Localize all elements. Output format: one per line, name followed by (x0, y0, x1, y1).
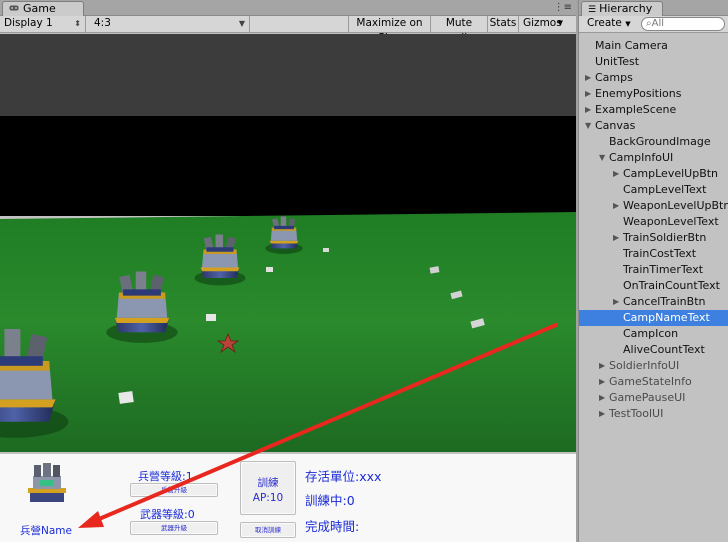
hierarchy-item[interactable]: ▶ ExampleScene (579, 102, 728, 118)
expanded-triangle-icon[interactable]: ▼ (585, 118, 591, 134)
create-dropdown[interactable]: Create ▼ (583, 17, 635, 31)
hierarchy-item[interactable]: ▶ TestToolUI (579, 406, 728, 422)
hierarchy-item-label: TrainSoldierBtn (623, 231, 707, 244)
collapsed-triangle-icon[interactable]: ▶ (585, 70, 591, 86)
hierarchy-item-label: CampLevelText (623, 183, 707, 196)
hierarchy-tabbar: ☰ Hierarchy (579, 0, 728, 16)
hierarchy-panel: ☰ Hierarchy Create ▼ ⌕All Main Camera Unit… (578, 0, 728, 542)
hierarchy-item-label: TestToolUI (609, 407, 664, 420)
hierarchy-item[interactable]: ▶ GamePauseUI (579, 390, 728, 406)
hierarchy-item-label: GamePauseUI (609, 391, 686, 404)
collapsed-triangle-icon[interactable]: ▶ (599, 374, 605, 390)
hierarchy-item[interactable]: ▼ CampInfoUI (579, 150, 728, 166)
hierarchy-item[interactable]: ▶ SoldierInfoUI (579, 358, 728, 374)
hierarchy-item[interactable]: CampLevelText (579, 182, 728, 198)
hierarchy-item-label: CampNameText (623, 311, 710, 324)
annotation-arrow (78, 323, 558, 528)
search-placeholder: All (651, 18, 665, 29)
hierarchy-item[interactable]: AliveCountText (579, 342, 728, 358)
collapsed-triangle-icon[interactable]: ▶ (613, 294, 619, 310)
hierarchy-item-label: EnemyPositions (595, 87, 682, 100)
hierarchy-item[interactable]: TrainTimerText (579, 262, 728, 278)
collapsed-triangle-icon[interactable]: ▶ (585, 86, 591, 102)
hierarchy-item-label: GameStateInfo (609, 375, 692, 388)
collapsed-triangle-icon[interactable]: ▶ (613, 198, 619, 214)
game-panel: Game ⋮≡ Display 1 ⬍ 4:3 ▼ Maximize on Pl… (0, 0, 576, 542)
hierarchy-item-label: Canvas (595, 119, 636, 132)
tab-hierarchy[interactable]: ☰ Hierarchy (581, 1, 663, 16)
hierarchy-item[interactable]: TrainCostText (579, 246, 728, 262)
expanded-triangle-icon[interactable]: ▼ (599, 150, 605, 166)
hierarchy-item[interactable]: CampNameText (579, 310, 728, 326)
hierarchy-item[interactable]: ▶ Camps (579, 70, 728, 86)
tab-hierarchy-label: Hierarchy (599, 2, 653, 15)
hierarchy-item-label: OnTrainCountText (623, 279, 720, 292)
hierarchy-item-label: ExampleScene (595, 103, 677, 116)
hierarchy-item[interactable]: OnTrainCountText (579, 278, 728, 294)
hierarchy-item-label: Camps (595, 71, 633, 84)
hierarchy-item[interactable]: ▶ GameStateInfo (579, 374, 728, 390)
collapsed-triangle-icon[interactable]: ▶ (599, 358, 605, 374)
hierarchy-item[interactable]: WeaponLevelText (579, 214, 728, 230)
hierarchy-item-label: Main Camera (595, 39, 668, 52)
collapsed-triangle-icon[interactable]: ▶ (585, 102, 591, 118)
hierarchy-item[interactable]: ▼ Canvas (579, 118, 728, 134)
chevron-down-icon: ▼ (625, 20, 631, 28)
hierarchy-item-label: TrainTimerText (623, 263, 704, 276)
hierarchy-item[interactable]: ▶ EnemyPositions (579, 86, 728, 102)
hierarchy-item[interactable]: Main Camera (579, 38, 728, 54)
hierarchy-item-label: SoldierInfoUI (609, 359, 680, 372)
hierarchy-toolbar: Create ▼ ⌕All (579, 16, 728, 33)
hierarchy-item-label: AliveCountText (623, 343, 705, 356)
create-label: Create (587, 17, 622, 29)
hierarchy-item-label: CampIcon (623, 327, 679, 340)
collapsed-triangle-icon[interactable]: ▶ (599, 406, 605, 422)
hierarchy-item-label: CancelTrainBtn (623, 295, 706, 308)
hierarchy-item[interactable]: ▶ CancelTrainBtn (579, 294, 728, 310)
hierarchy-item-label: WeaponLevelText (623, 215, 719, 228)
hierarchy-item-label: BackGroundImage (609, 135, 711, 148)
hierarchy-item-label: CampInfoUI (609, 151, 674, 164)
list-icon: ☰ (588, 5, 597, 15)
hierarchy-item[interactable]: CampIcon (579, 326, 728, 342)
hierarchy-item-label: CampLevelUpBtn (623, 167, 719, 180)
hierarchy-item-label: WeaponLevelUpBtn (623, 199, 728, 212)
hierarchy-item[interactable]: ▶ WeaponLevelUpBtn (579, 198, 728, 214)
hierarchy-item[interactable]: BackGroundImage (579, 134, 728, 150)
collapsed-triangle-icon[interactable]: ▶ (599, 390, 605, 406)
hierarchy-item-label: TrainCostText (623, 247, 697, 260)
collapsed-triangle-icon[interactable]: ▶ (613, 230, 619, 246)
hierarchy-item-label: UnitTest (595, 55, 640, 68)
hierarchy-item[interactable]: ▶ TrainSoldierBtn (579, 230, 728, 246)
hierarchy-item[interactable]: ▶ CampLevelUpBtn (579, 166, 728, 182)
hierarchy-item[interactable]: UnitTest (579, 54, 728, 70)
collapsed-triangle-icon[interactable]: ▶ (613, 166, 619, 182)
search-input[interactable]: ⌕All (641, 17, 725, 31)
